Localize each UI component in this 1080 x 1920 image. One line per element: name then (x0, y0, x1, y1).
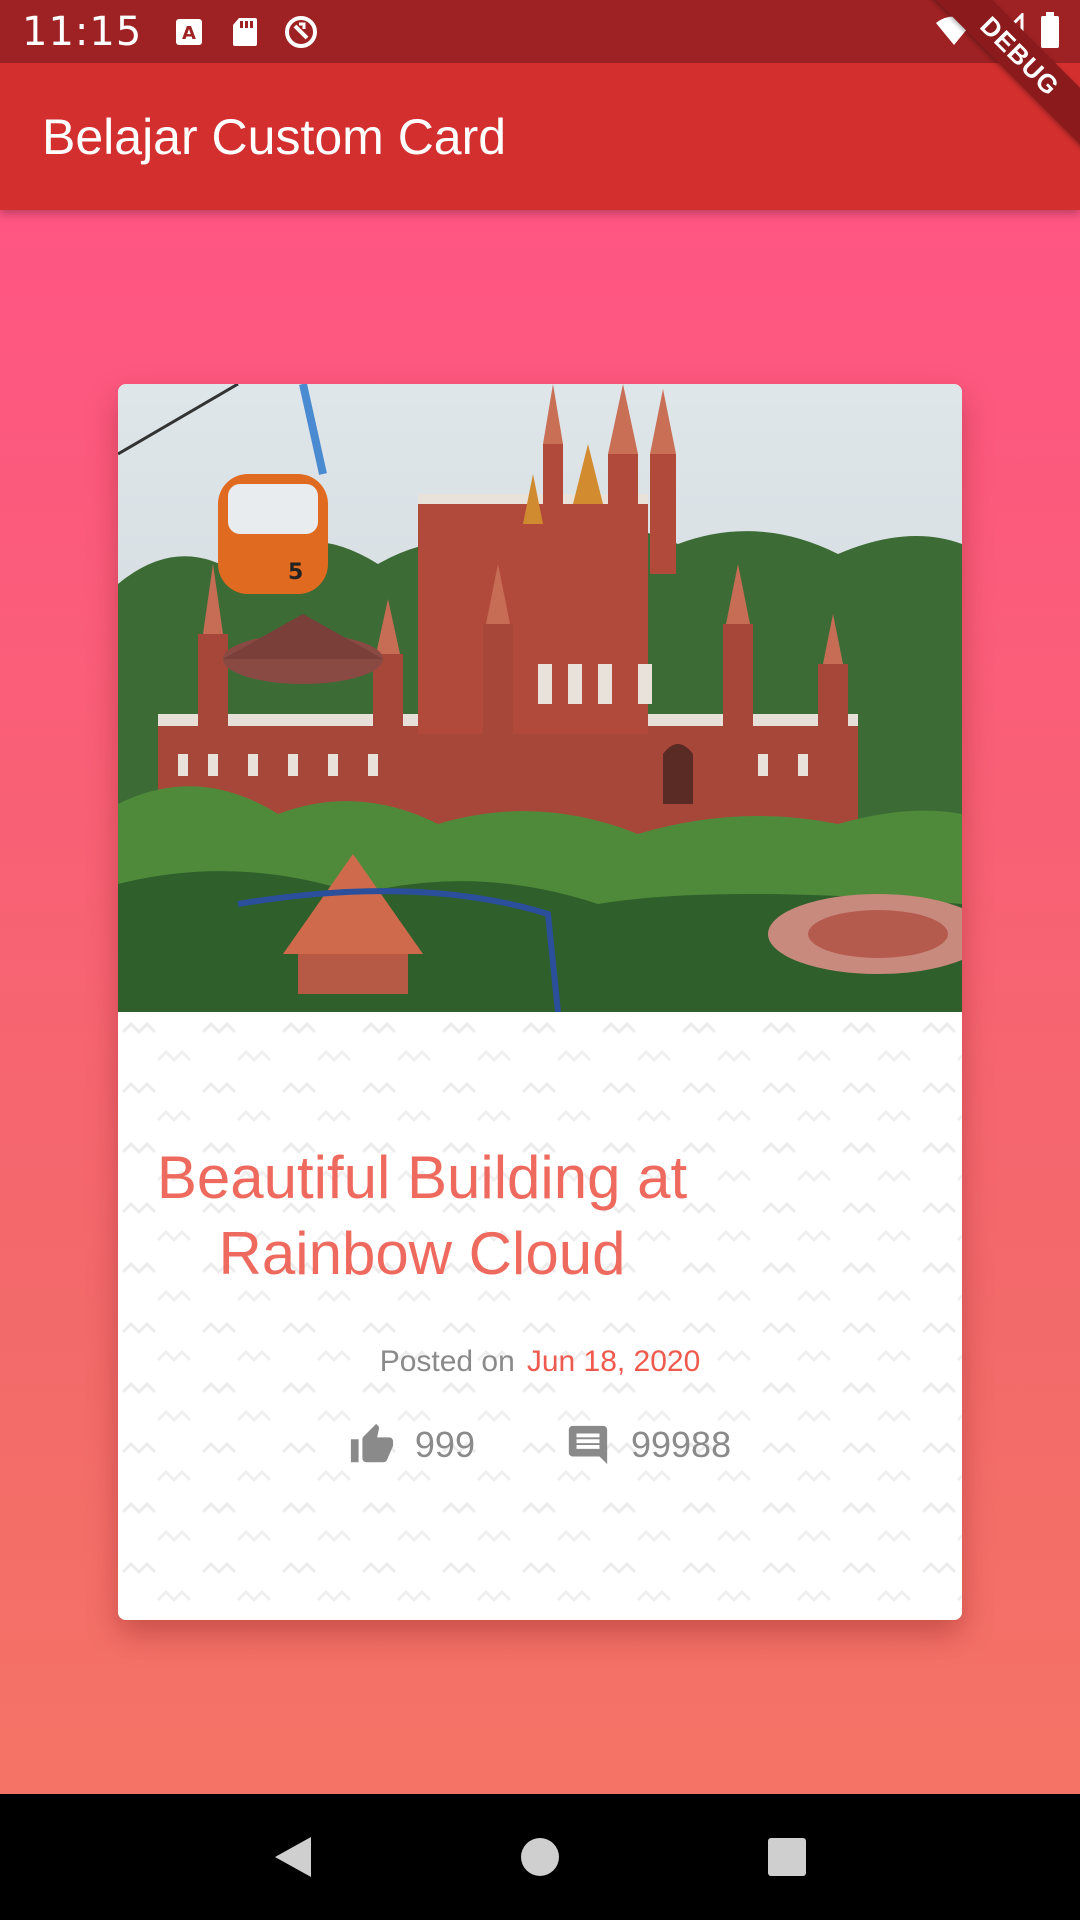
svg-text:A: A (182, 23, 196, 44)
app-bar: Belajar Custom Card (0, 63, 1080, 210)
stats-row: 999 99988 (118, 1422, 962, 1468)
battery-icon (1040, 12, 1060, 53)
castle-photo: 5 (118, 384, 962, 1012)
navigation-bar (0, 1794, 1080, 1920)
posted-date: Jun 18, 2020 (526, 1345, 701, 1378)
back-icon[interactable] (263, 1827, 323, 1887)
recents-icon[interactable] (757, 1827, 817, 1887)
home-icon[interactable] (510, 1827, 570, 1887)
thumb-up-icon (349, 1422, 395, 1468)
posted-label: Posted on (379, 1345, 515, 1378)
status-icons-left: A (172, 15, 318, 49)
status-time: 11:15 (22, 8, 143, 55)
likes-count: 999 (414, 1424, 475, 1465)
comments-stat[interactable]: 99988 (565, 1422, 731, 1468)
comment-icon (565, 1422, 611, 1468)
svg-text:5: 5 (288, 560, 303, 585)
status-bar: 11:15 A (0, 0, 1080, 63)
posted-row: Posted on Jun 18, 2020 (118, 1345, 962, 1379)
a-keyboard-icon: A (172, 15, 206, 49)
card-title: Beautiful Building at Rainbow Cloud (156, 1144, 688, 1287)
sd-card-icon (228, 15, 262, 49)
likes-stat[interactable]: 999 (349, 1422, 475, 1468)
card-pattern-background (118, 1012, 962, 1620)
screen: 11:15 A DEBUG Belajar Custom Card 5 Beau… (0, 0, 1080, 1920)
app-title: Belajar Custom Card (42, 108, 507, 165)
comments-count: 99988 (630, 1424, 732, 1465)
data-saver-icon (284, 15, 318, 49)
